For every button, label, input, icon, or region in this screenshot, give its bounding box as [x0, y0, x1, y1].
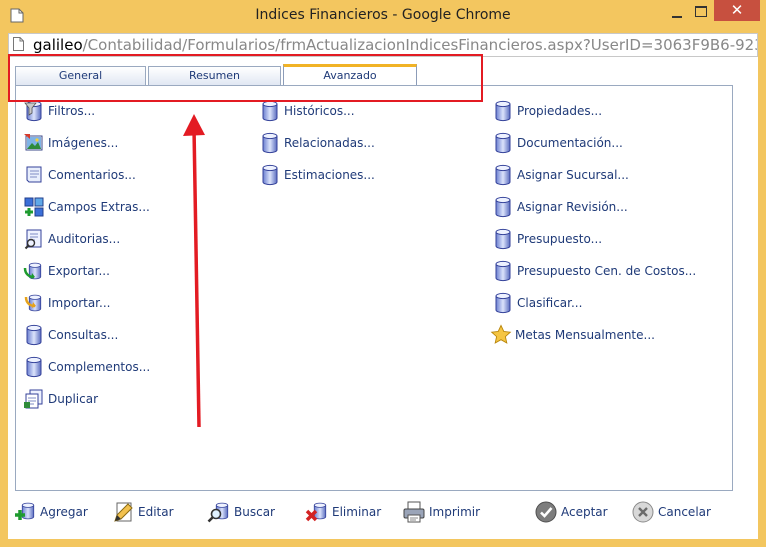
exportar-link[interactable]: Exportar...	[23, 261, 110, 281]
comments-icon	[26, 166, 42, 183]
url-text: galileo/Contabilidad/Formularios/frmActu…	[33, 36, 758, 54]
extra-fields-icon	[24, 197, 44, 217]
star-icon	[490, 324, 512, 344]
check-circle-icon	[535, 501, 557, 523]
images-icon	[24, 134, 43, 151]
filter-db-icon	[24, 100, 45, 122]
cancelar-button[interactable]: Cancelar	[631, 500, 711, 524]
duplicate-icon	[24, 389, 43, 409]
export-icon	[23, 262, 42, 280]
cancel-circle-icon	[632, 501, 654, 523]
presupuesto-link[interactable]: Presupuesto...	[492, 229, 602, 249]
database-icon	[492, 100, 514, 122]
consultas-link[interactable]: Consultas...	[23, 325, 118, 345]
editar-button[interactable]: Editar	[111, 500, 174, 524]
database-icon	[259, 100, 281, 122]
database-icon	[492, 292, 514, 314]
minimize-button[interactable]	[672, 6, 684, 20]
window-title: Indices Financieros - Google Chrome	[255, 7, 511, 23]
database-icon	[492, 196, 514, 218]
estimaciones-link[interactable]: Estimaciones...	[259, 165, 375, 185]
maximize-button[interactable]	[688, 0, 714, 20]
tab-general[interactable]: General	[15, 66, 146, 86]
complementos-link[interactable]: Complementos...	[23, 357, 150, 377]
presupuesto-cen-costos-link[interactable]: Presupuesto Cen. de Costos...	[492, 261, 696, 281]
clasificar-link[interactable]: Clasificar...	[492, 293, 582, 313]
edit-icon	[114, 502, 133, 522]
comentarios-link[interactable]: Comentarios...	[23, 165, 136, 185]
campos-extras-link[interactable]: Campos Extras...	[23, 197, 150, 217]
importar-link[interactable]: Importar...	[23, 293, 110, 313]
database-icon	[23, 324, 45, 346]
imagenes-link[interactable]: Imágenes...	[23, 133, 118, 153]
url-host: galileo	[33, 36, 83, 54]
eliminar-button[interactable]: Eliminar	[305, 500, 381, 524]
add-db-icon	[15, 502, 35, 520]
tab-avanzado[interactable]: Avanzado	[283, 64, 417, 87]
search-icon	[207, 502, 229, 523]
asignar-sucursal-link[interactable]: Asignar Sucursal...	[492, 165, 629, 185]
delete-db-icon	[305, 502, 327, 522]
metas-mensualmente-link[interactable]: Metas Mensualmente...	[490, 324, 655, 345]
address-bar[interactable]: galileo/Contabilidad/Formularios/frmActu…	[8, 33, 758, 57]
tab-resumen[interactable]: Resumen	[148, 66, 281, 86]
database-icon	[492, 228, 514, 250]
historicos-link[interactable]: Históricos...	[259, 101, 355, 121]
filtros-link[interactable]: Filtros...	[23, 101, 95, 121]
database-icon	[492, 260, 514, 282]
title-bar[interactable]: Indices Financieros - Google Chrome ✕	[0, 0, 766, 32]
database-icon	[259, 132, 281, 154]
printer-icon	[403, 501, 425, 523]
database-icon	[492, 132, 514, 154]
duplicar-link[interactable]: Duplicar	[23, 389, 98, 409]
browser-window: Indices Financieros - Google Chrome ✕ ga…	[0, 0, 766, 547]
agregar-button[interactable]: Agregar	[13, 500, 88, 524]
relacionadas-link[interactable]: Relacionadas...	[259, 133, 375, 153]
aceptar-button[interactable]: Aceptar	[534, 500, 608, 524]
auditorias-link[interactable]: Auditorias...	[23, 229, 120, 250]
imprimir-button[interactable]: Imprimir	[402, 500, 480, 524]
document-icon	[13, 37, 24, 51]
buscar-button[interactable]: Buscar	[207, 500, 275, 524]
database-icon	[259, 164, 281, 186]
documentacion-link[interactable]: Documentación...	[492, 133, 623, 153]
audit-icon	[24, 229, 42, 250]
asignar-revision-link[interactable]: Asignar Revisión...	[492, 197, 628, 217]
propiedades-link[interactable]: Propiedades...	[492, 101, 602, 121]
import-icon	[24, 294, 42, 312]
database-icon	[492, 164, 514, 186]
close-button[interactable]: ✕	[714, 0, 760, 21]
url-path: /Contabilidad/Formularios/frmActualizaci…	[82, 36, 758, 54]
database-icon	[23, 356, 45, 378]
